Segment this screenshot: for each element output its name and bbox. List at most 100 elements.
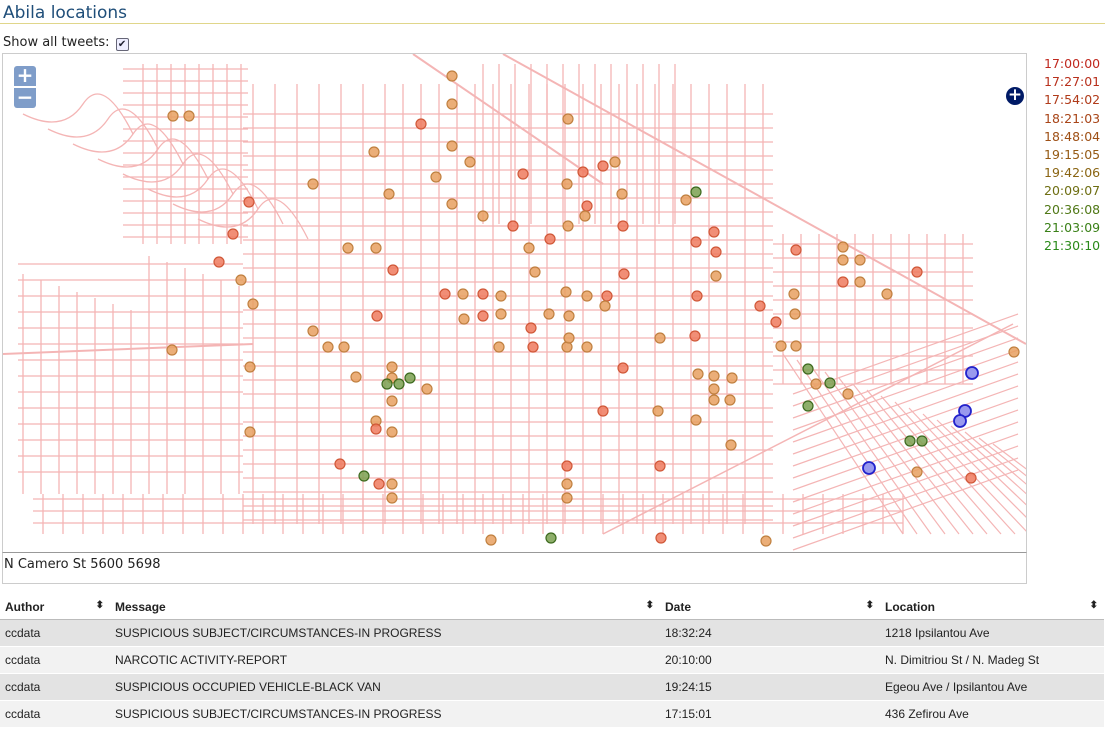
tweet-marker[interactable] xyxy=(597,160,609,172)
tweet-marker[interactable] xyxy=(708,394,720,406)
zoom-out-button[interactable]: − xyxy=(14,87,36,108)
sort-icon[interactable]: ⬍ xyxy=(646,600,654,611)
tweet-marker[interactable] xyxy=(691,290,703,302)
tweet-marker[interactable] xyxy=(386,478,398,490)
tweet-marker[interactable] xyxy=(616,188,628,200)
tweet-marker[interactable] xyxy=(837,254,849,266)
tweet-marker[interactable] xyxy=(439,288,451,300)
tweet-marker[interactable] xyxy=(373,478,385,490)
tweet-marker[interactable] xyxy=(618,268,630,280)
tweet-marker[interactable] xyxy=(562,113,574,125)
tweet-marker[interactable] xyxy=(1008,346,1020,358)
tweet-marker[interactable] xyxy=(477,288,489,300)
tweet-marker[interactable] xyxy=(560,286,572,298)
tweet-marker[interactable] xyxy=(371,310,383,322)
tweet-marker[interactable] xyxy=(386,395,398,407)
tweet-marker[interactable] xyxy=(724,394,736,406)
tweet-marker[interactable] xyxy=(446,198,458,210)
tweet-marker[interactable] xyxy=(307,178,319,190)
tweet-marker[interactable] xyxy=(446,140,458,152)
tweet-marker[interactable] xyxy=(545,532,557,544)
tweet-marker[interactable] xyxy=(523,242,535,254)
table-row[interactable]: ccdata SUSPICIOUS OCCUPIED VEHICLE-BLACK… xyxy=(0,673,1104,701)
tweet-marker[interactable] xyxy=(790,340,802,352)
tweet-marker[interactable] xyxy=(227,228,239,240)
column-header-date[interactable]: Date ⬍ xyxy=(660,595,880,620)
tweet-marker[interactable] xyxy=(183,110,195,122)
sort-icon[interactable]: ⬍ xyxy=(96,600,104,611)
tweet-marker[interactable] xyxy=(652,405,664,417)
tweet-marker[interactable] xyxy=(577,166,589,178)
table-row[interactable]: ccdata SUSPICIOUS SUBJECT/CIRCUMSTANCES-… xyxy=(0,619,1104,647)
tweet-marker[interactable] xyxy=(601,290,613,302)
call-marker[interactable] xyxy=(862,461,876,475)
tweet-marker[interactable] xyxy=(692,368,704,380)
tweet-marker[interactable] xyxy=(370,423,382,435)
tweet-marker[interactable] xyxy=(790,244,802,256)
tweet-marker[interactable] xyxy=(655,532,667,544)
tweet-marker[interactable] xyxy=(386,361,398,373)
tweet-marker[interactable] xyxy=(213,256,225,268)
tweet-marker[interactable] xyxy=(842,388,854,400)
tweet-marker[interactable] xyxy=(689,330,701,342)
column-header-location[interactable]: Location ⬍ xyxy=(880,595,1104,620)
tweet-marker[interactable] xyxy=(725,439,737,451)
tweet-marker[interactable] xyxy=(544,233,556,245)
tweet-marker[interactable] xyxy=(581,200,593,212)
call-marker[interactable] xyxy=(965,366,979,380)
tweet-marker[interactable] xyxy=(446,98,458,110)
tweet-marker[interactable] xyxy=(581,341,593,353)
tweet-marker[interactable] xyxy=(617,220,629,232)
tweet-marker[interactable] xyxy=(754,300,766,312)
tweet-marker[interactable] xyxy=(837,241,849,253)
tweet-marker[interactable] xyxy=(904,435,916,447)
tweet-marker[interactable] xyxy=(609,156,621,168)
tweet-marker[interactable] xyxy=(458,313,470,325)
sort-icon[interactable]: ⬍ xyxy=(866,600,874,611)
tweet-marker[interactable] xyxy=(166,344,178,356)
tweet-marker[interactable] xyxy=(167,110,179,122)
tweet-marker[interactable] xyxy=(760,535,772,547)
tweet-marker[interactable] xyxy=(911,266,923,278)
tweet-marker[interactable] xyxy=(517,168,529,180)
tweet-marker[interactable] xyxy=(381,378,393,390)
tweet-marker[interactable] xyxy=(368,146,380,158)
tweet-marker[interactable] xyxy=(726,372,738,384)
tweet-marker[interactable] xyxy=(415,118,427,130)
tweet-marker[interactable] xyxy=(370,242,382,254)
tweet-marker[interactable] xyxy=(854,254,866,266)
tweet-marker[interactable] xyxy=(965,472,977,484)
tweet-marker[interactable] xyxy=(527,341,539,353)
tweet-marker[interactable] xyxy=(334,458,346,470)
tweet-marker[interactable] xyxy=(493,341,505,353)
tweet-marker[interactable] xyxy=(243,196,255,208)
tweet-marker[interactable] xyxy=(563,332,575,344)
tweet-marker[interactable] xyxy=(561,478,573,490)
tweet-marker[interactable] xyxy=(342,242,354,254)
tweet-marker[interactable] xyxy=(881,288,893,300)
tweet-marker[interactable] xyxy=(562,220,574,232)
tweet-marker[interactable] xyxy=(477,210,489,222)
tweet-marker[interactable] xyxy=(581,290,593,302)
tweet-marker[interactable] xyxy=(824,377,836,389)
tweet-marker[interactable] xyxy=(383,188,395,200)
tweet-marker[interactable] xyxy=(477,310,489,322)
tweet-marker[interactable] xyxy=(911,466,923,478)
street-map[interactable] xyxy=(3,54,1026,552)
tweet-marker[interactable] xyxy=(690,236,702,248)
tweet-marker[interactable] xyxy=(430,171,442,183)
column-header-message[interactable]: Message ⬍ xyxy=(110,595,660,620)
tweet-marker[interactable] xyxy=(446,70,458,82)
table-row[interactable]: ccdata SUSPICIOUS SUBJECT/CIRCUMSTANCES-… xyxy=(0,700,1104,728)
tweet-marker[interactable] xyxy=(350,371,362,383)
tweet-marker[interactable] xyxy=(680,194,692,206)
tweet-marker[interactable] xyxy=(307,325,319,337)
tweet-marker[interactable] xyxy=(654,332,666,344)
sort-icon[interactable]: ⬍ xyxy=(1090,600,1098,611)
tweet-marker[interactable] xyxy=(561,460,573,472)
tweet-marker[interactable] xyxy=(561,492,573,504)
column-header-author[interactable]: Author ⬍ xyxy=(0,595,110,620)
table-row[interactable]: ccdata NARCOTIC ACTIVITY-REPORT 20:10:00… xyxy=(0,646,1104,674)
tweet-marker[interactable] xyxy=(247,298,259,310)
tweet-marker[interactable] xyxy=(775,340,787,352)
